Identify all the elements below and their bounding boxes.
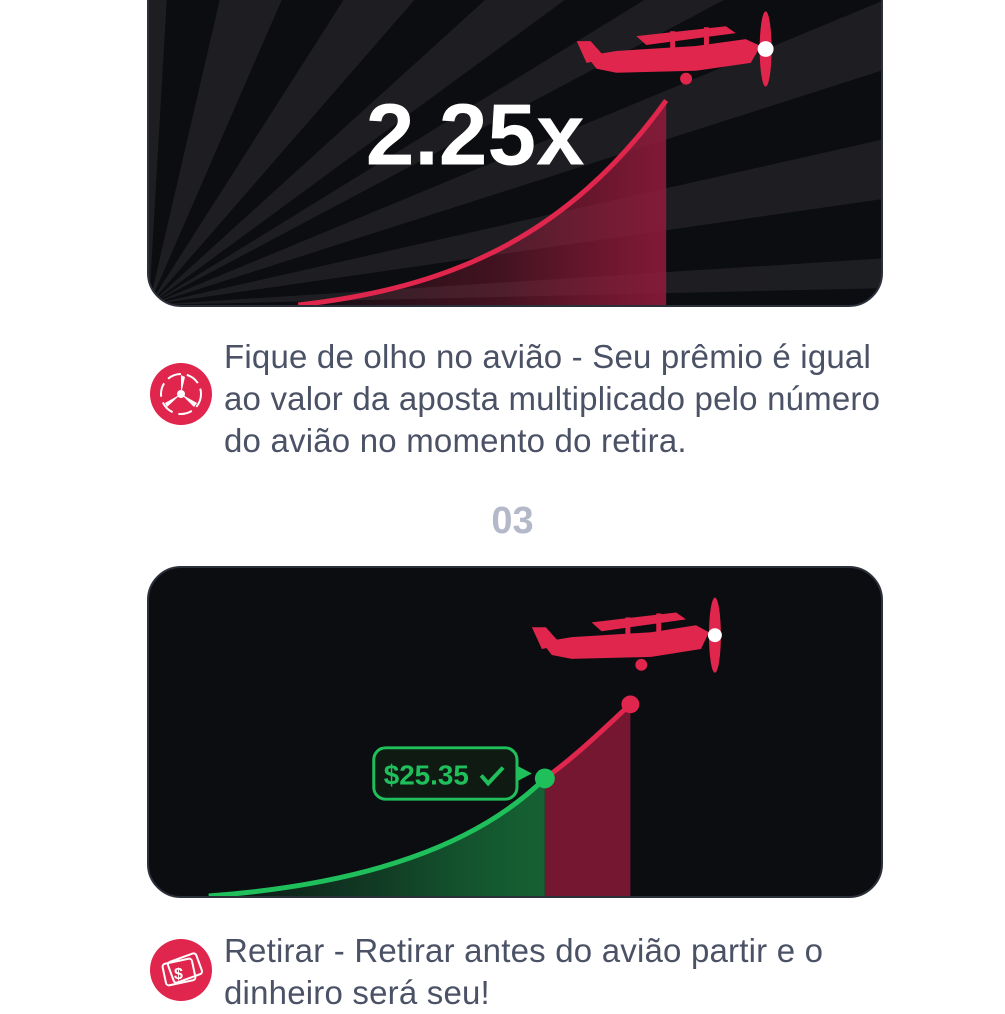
cashout-point — [534, 768, 555, 789]
step-cashout-text: Retirar - Retirar antes do avião partir … — [224, 932, 824, 1011]
cashout-graph: $25.35 — [208, 597, 722, 896]
svg-text:$: $ — [174, 966, 183, 983]
plane-point — [621, 695, 640, 714]
cashout-badge: $25.35 — [372, 746, 532, 801]
money-icon: $ — [150, 939, 212, 1001]
multiplier-graph: 2.25x — [149, 0, 881, 305]
cashout-amount: $25.35 — [384, 759, 469, 790]
step-number: 03 — [491, 500, 534, 542]
propeller-icon — [150, 363, 212, 425]
cashout-illustration-card: $25.35 — [147, 566, 883, 898]
multiplier-area — [544, 704, 631, 896]
step-watch-text: Fique de olho no avião - Seu prêmio é ig… — [224, 338, 881, 459]
multiplier-illustration-card: 2.25x — [147, 0, 883, 307]
multiplier-value: 2.25x — [366, 87, 585, 184]
plane-icon — [531, 597, 722, 673]
